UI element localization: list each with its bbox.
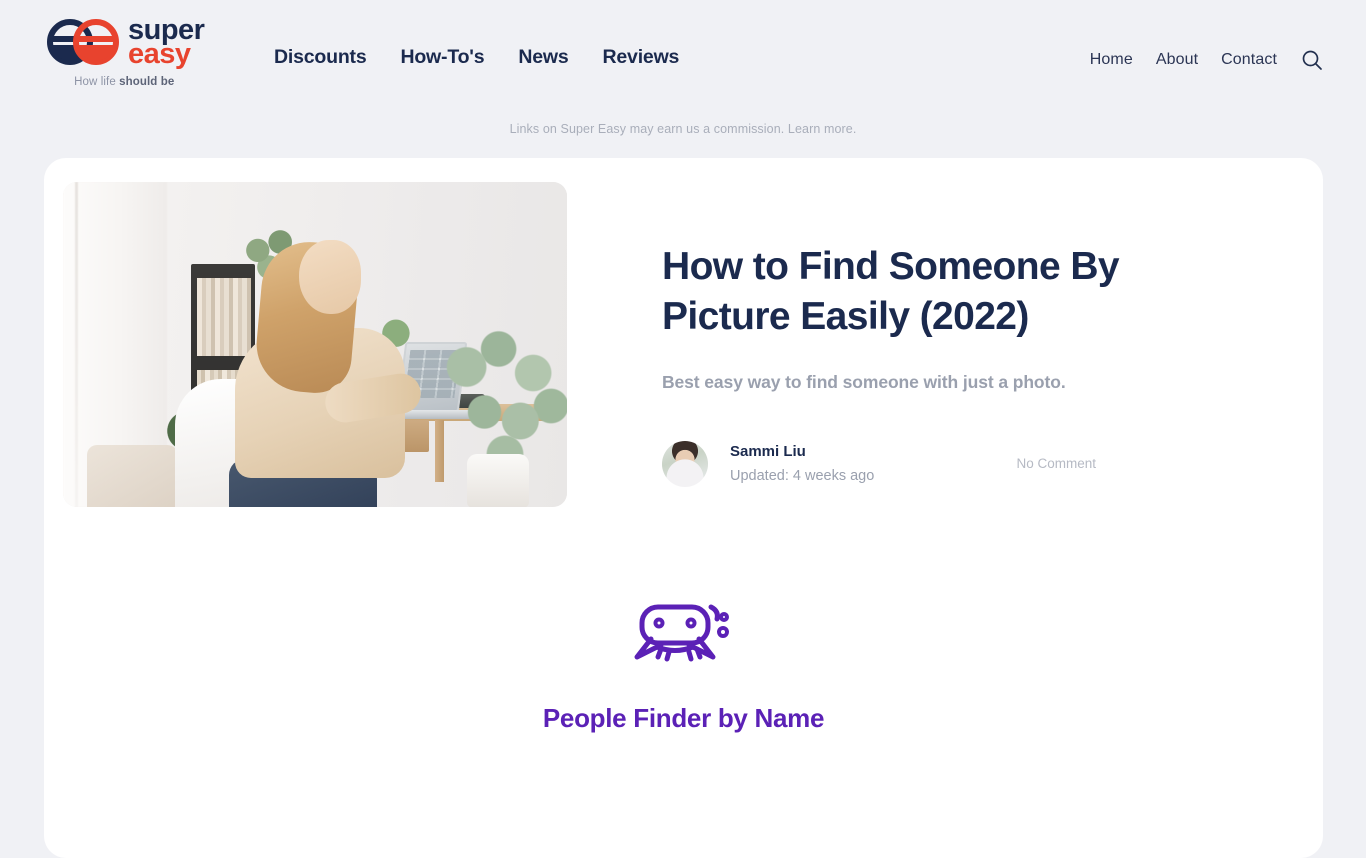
hero-books-upper [197,278,251,356]
nav-item-how-tos[interactable]: How-To's [400,46,484,69]
brand-tagline: How life should be [74,76,174,88]
brand-logo[interactable]: super easy How life should be [44,15,205,88]
nav-item-home[interactable]: Home [1090,51,1133,69]
primary-navigation: Discounts How-To's News Reviews [274,46,679,69]
brand-word-easy: easy [128,38,191,71]
avatar[interactable] [662,440,708,487]
byline-meta: Sammi Liu Updated: 4 weeks ago [730,443,874,484]
search-icon [1302,50,1322,70]
nav-item-discounts[interactable]: Discounts [274,46,367,69]
article-card: How to Find Someone By Picture Easily (2… [44,158,1323,858]
page-title: How to Find Someone By Picture Easily (2… [662,245,1120,338]
article-header: How to Find Someone By Picture Easily (2… [44,158,1323,507]
article-byline: Sammi Liu Updated: 4 weeks ago No Commen… [662,440,1162,487]
disclosure-learn-more-link[interactable]: Learn more. [788,122,857,136]
brand-tagline-normal: How life [74,75,120,88]
updated-timestamp: Updated: 4 weeks ago [730,468,875,485]
hero-person-head [299,240,361,314]
brand-row: super easy [44,15,205,71]
article-text-column: How to Find Someone By Picture Easily (2… [567,182,1162,507]
author-name[interactable]: Sammi Liu [730,443,874,460]
promo-section: People Finder by Name [44,599,1323,734]
superreasy-ee-logo-icon [47,19,119,66]
nav-item-contact[interactable]: Contact [1221,51,1277,69]
people-finder-bubbles-icon [634,604,729,662]
hero-eucalyptus-plant [441,322,567,472]
brand-wordmark: super easy [128,15,205,71]
utility-navigation: Home About Contact [1090,48,1324,72]
nav-item-about[interactable]: About [1156,51,1198,69]
hero-vase [467,454,529,507]
site-header: super easy How life should be Discounts … [0,0,1366,115]
brand-tagline-bold: should be [119,75,175,88]
disclosure-text: Links on Super Easy may earn us a commis… [509,122,788,136]
search-button[interactable] [1300,48,1324,72]
affiliate-disclosure: Links on Super Easy may earn us a commis… [0,115,1366,136]
article-hero-image [63,182,567,507]
comment-count[interactable]: No Comment [1016,456,1096,471]
promo-title: People Finder by Name [542,703,825,733]
article-subtitle: Best easy way to find someone with just … [662,371,1066,392]
hero-pillow [87,445,179,507]
nav-item-reviews[interactable]: Reviews [603,46,680,69]
nav-item-news[interactable]: News [518,46,568,69]
